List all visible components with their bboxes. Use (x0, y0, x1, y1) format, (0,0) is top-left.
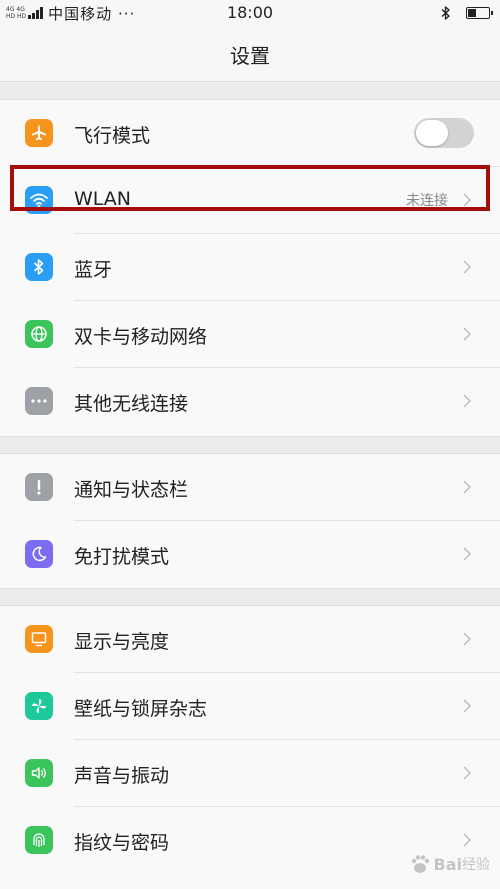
airplane-mode-toggle[interactable] (414, 118, 474, 148)
row-label: 声音与振动 (74, 765, 170, 787)
baidu-watermark: Bai 经验 (409, 853, 490, 875)
settings-group-connectivity: 飞行模式 WLAN 未连接 蓝牙 双卡与移动网络 其他无线连接 (0, 99, 500, 437)
row-display-brightness[interactable]: 显示与亮度 (0, 606, 500, 673)
row-label: 壁纸与锁屏杂志 (74, 698, 208, 720)
row-wallpaper-lockscreen[interactable]: 壁纸与锁屏杂志 (0, 673, 500, 740)
row-label: 通知与状态栏 (74, 479, 189, 501)
status-time: 18:00 (226, 3, 274, 22)
status-bar: 4G 4G HD HD 中国移动 ··· 18:00 (0, 0, 500, 26)
status-right (438, 4, 493, 22)
settings-group-notifications: 通知与状态栏 免打扰模式 (0, 453, 500, 589)
row-airplane-mode[interactable]: 飞行模式 (0, 100, 500, 167)
row-label: 指纹与密码 (74, 832, 170, 854)
battery-icon (466, 7, 493, 19)
more-dots-icon (25, 387, 53, 415)
chevron-right-icon (463, 260, 472, 274)
row-bluetooth[interactable]: 蓝牙 (0, 234, 500, 301)
wlan-status: 未连接 (406, 193, 448, 209)
watermark-brand: Bai (433, 854, 462, 874)
row-other-wireless[interactable]: 其他无线连接 (0, 368, 500, 435)
bluetooth-icon (25, 253, 53, 281)
display-icon (25, 625, 53, 653)
wifi-icon (25, 186, 53, 214)
row-label: 双卡与移动网络 (74, 326, 208, 348)
chevron-right-icon (463, 632, 472, 646)
chevron-right-icon (463, 327, 472, 341)
chevron-right-icon (463, 699, 472, 713)
fingerprint-icon (25, 826, 53, 854)
paw-logo-icon (411, 855, 429, 873)
chevron-right-icon (463, 193, 472, 207)
chevron-right-icon (463, 547, 472, 561)
chevron-right-icon (463, 766, 472, 780)
toggle-knob (416, 120, 448, 146)
watermark-suffix: 经验 (462, 857, 490, 873)
row-label: 其他无线连接 (74, 393, 189, 415)
row-do-not-disturb[interactable]: 免打扰模式 (0, 521, 500, 588)
pinwheel-icon (25, 692, 53, 720)
notification-icon (25, 473, 53, 501)
row-label: 免打扰模式 (74, 546, 170, 568)
page-title: 设置 (230, 44, 270, 68)
chevron-right-icon (463, 480, 472, 494)
moon-icon (25, 540, 53, 568)
row-label: WLAN (74, 188, 132, 210)
row-label: 显示与亮度 (74, 631, 170, 653)
battery-level (468, 9, 476, 17)
title-bar: 设置 (0, 26, 500, 82)
settings-group-personalization: 显示与亮度 壁纸与锁屏杂志 声音与振动 指纹与密码 (0, 605, 500, 889)
row-dual-sim-network[interactable]: 双卡与移动网络 (0, 301, 500, 368)
airplane-icon (25, 119, 53, 147)
row-label: 蓝牙 (74, 259, 113, 281)
bluetooth-status-icon (441, 6, 450, 20)
speaker-icon (25, 759, 53, 787)
row-sound-vibration[interactable]: 声音与振动 (0, 740, 500, 807)
row-wlan[interactable]: WLAN 未连接 (0, 167, 500, 234)
row-label: 飞行模式 (74, 125, 151, 147)
globe-icon (25, 320, 53, 348)
row-notifications-status-bar[interactable]: 通知与状态栏 (0, 454, 500, 521)
chevron-right-icon (463, 394, 472, 408)
chevron-right-icon (463, 833, 472, 847)
